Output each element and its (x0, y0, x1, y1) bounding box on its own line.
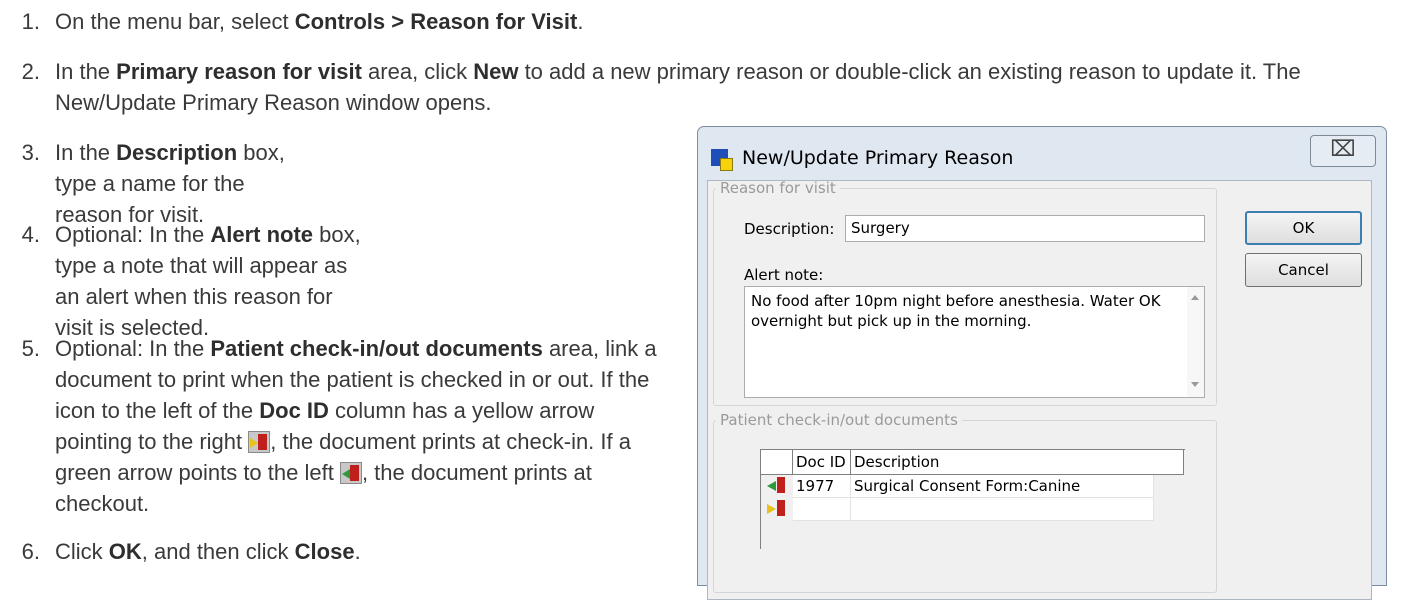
dialog-titlebar: New/Update Primary Reason ⌧ (698, 127, 1386, 187)
patient-documents-legend: Patient check-in/out documents (720, 411, 958, 429)
step-emphasis: Alert note (210, 222, 314, 247)
checkout-icon (767, 477, 789, 495)
dialog-client-area: Reason for visit Description: Surgery Al… (707, 179, 1372, 600)
new-update-primary-reason-dialog: New/Update Primary Reason ⌧ Reason for v… (697, 126, 1387, 600)
step-5: 5. Optional: In the Patient check-in/out… (0, 333, 670, 519)
step-emphasis: OK (108, 539, 142, 564)
checkin-icon (767, 500, 789, 518)
step-text: Optional: In the Patient check-in/out do… (0, 333, 668, 519)
alert-note-textarea[interactable]: No food after 10pm night before anesthes… (744, 286, 1205, 398)
step-4: 4. Optional: In the Alert note box, type… (0, 219, 420, 343)
step-text-run: . (577, 9, 584, 34)
grid-row-1-doc-id[interactable]: 1977 (793, 475, 851, 498)
step-6: 6. Click OK, and then click Close. (0, 536, 420, 567)
dialog-title: New/Update Primary Reason (742, 147, 1014, 169)
step-number: 6. (21, 539, 40, 564)
step-3: 3. In the Description box, type a name f… (0, 137, 380, 230)
step-text: On the menu bar, select Controls > Reaso… (0, 6, 1410, 37)
alert-note-text: No food after 10pm night before anesthes… (751, 292, 1161, 330)
grid-row-1-description[interactable]: Surgical Consent Form:Canine (851, 475, 1154, 498)
step-text-run: . (354, 539, 361, 564)
step-text-run: Click (55, 539, 109, 564)
checkin-icon (248, 431, 271, 453)
step-emphasis: New (473, 59, 519, 84)
close-button[interactable]: ⌧ (1310, 135, 1376, 167)
step-text-run: In the (55, 59, 117, 84)
step-number: 3. (21, 140, 40, 165)
grid-row-2-doc-id[interactable] (793, 498, 851, 521)
scroll-up-icon[interactable] (1191, 295, 1199, 300)
column-header-doc-id[interactable]: Doc ID (793, 450, 851, 475)
step-emphasis: Description (116, 140, 238, 165)
step-1: 1. On the menu bar, select Controls > Re… (0, 6, 1410, 37)
step-number: 2. (21, 59, 40, 84)
grid-row-1-indicator (761, 475, 793, 498)
grid-row-2-description[interactable] (851, 498, 1154, 521)
step-emphasis: Primary reason for visit (116, 59, 362, 84)
cancel-button[interactable]: Cancel (1245, 253, 1362, 287)
checkout-icon (339, 462, 362, 484)
step-text-run: Optional: In the (55, 336, 211, 361)
step-text: Click OK, and then click Close. (0, 536, 420, 567)
description-label: Description: (744, 220, 835, 238)
step-text-run: , and then click (141, 539, 295, 564)
step-emphasis: Close (294, 539, 355, 564)
step-emphasis: Patient check-in/out documents (210, 336, 543, 361)
step-text-run: Optional: In the (55, 222, 211, 247)
alert-note-scrollbar[interactable] (1187, 287, 1204, 397)
documents-grid: Doc ID Description 1977 Surgical Consent… (760, 449, 1185, 549)
app-icon (711, 149, 733, 171)
step-text-run: area, click (361, 59, 474, 84)
grid-row-2-indicator (761, 498, 793, 521)
reason-for-visit-legend: Reason for visit (720, 179, 836, 197)
step-emphasis: Controls > Reason for Visit (294, 9, 578, 34)
ok-button[interactable]: OK (1245, 211, 1362, 245)
step-text: In the Description box, type a name for … (0, 137, 305, 230)
alert-note-label: Alert note: (744, 266, 824, 284)
step-2: 2. In the Primary reason for visit area,… (0, 56, 1410, 118)
step-number: 1. (21, 9, 40, 34)
step-number: 5. (21, 336, 40, 361)
step-text-run: On the menu bar, select (55, 9, 295, 34)
step-number: 4. (21, 222, 40, 247)
step-text-run: In the (55, 140, 117, 165)
step-text: In the Primary reason for visit area, cl… (0, 56, 1410, 118)
column-header-description[interactable]: Description (851, 450, 1184, 475)
step-text: Optional: In the Alert note box, type a … (0, 219, 375, 343)
grid-corner-header (761, 450, 793, 475)
scroll-down-icon[interactable] (1191, 382, 1199, 387)
step-emphasis: Doc ID (259, 398, 329, 423)
description-input[interactable]: Surgery (845, 215, 1205, 242)
